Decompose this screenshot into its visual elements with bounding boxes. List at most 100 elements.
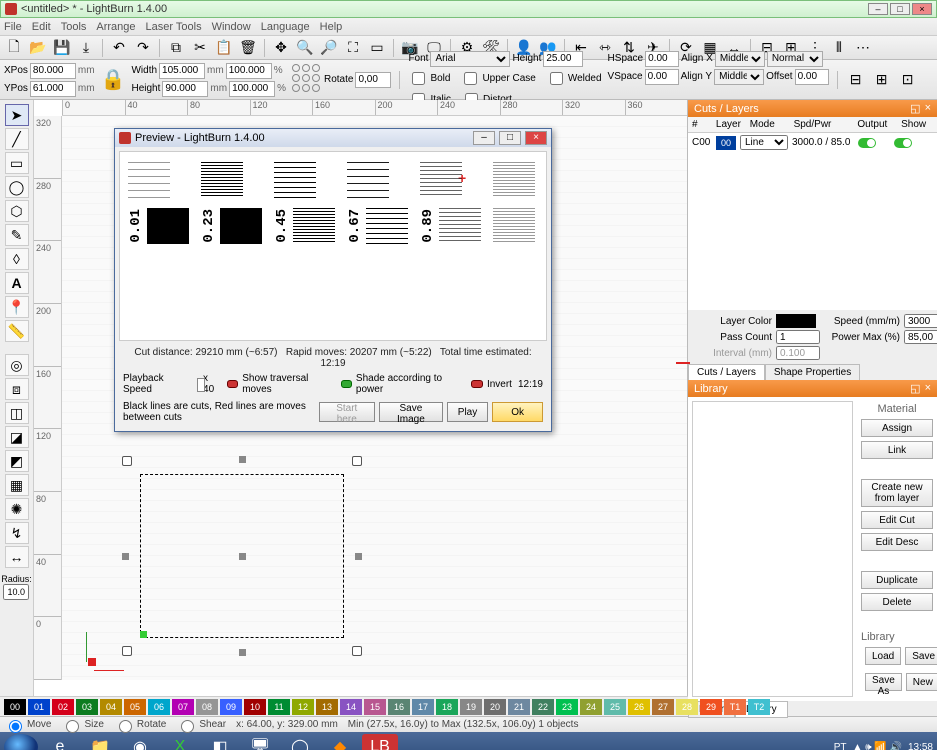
rotate-input[interactable] [355, 72, 391, 88]
palette-swatch[interactable]: 27 [652, 699, 674, 715]
output-toggle[interactable] [858, 138, 876, 148]
text-tool-icon[interactable]: A [5, 272, 29, 294]
paste-icon[interactable]: 📋 [214, 38, 234, 58]
hspace-input[interactable] [645, 51, 679, 67]
taskbar-ie-icon[interactable]: e [42, 734, 78, 750]
radial-tool-icon[interactable]: ✺ [5, 498, 29, 520]
menu-arrange[interactable]: Arrange [96, 21, 135, 33]
more-icon[interactable]: ⋯ [853, 38, 873, 58]
libsave-button[interactable]: Save [905, 647, 937, 665]
traversal-toggle[interactable] [227, 380, 238, 388]
preview-canvas[interactable]: + 0.01 0.23 0.45 0.67 0.89 [119, 151, 547, 341]
normal-select[interactable]: Normal [767, 51, 823, 67]
menu-lasertools[interactable]: Laser Tools [146, 21, 202, 33]
selected-object[interactable] [122, 456, 362, 656]
menu-help[interactable]: Help [320, 21, 343, 33]
lock-icon[interactable]: 🔒 [101, 67, 126, 92]
radius-input[interactable] [3, 584, 29, 600]
delete-button[interactable]: Delete [861, 593, 933, 611]
offset-input[interactable] [795, 69, 829, 85]
palette-swatch[interactable]: T1 [724, 699, 746, 715]
starthere-button[interactable]: Start here [319, 402, 375, 422]
width-input[interactable] [159, 63, 205, 79]
menu-language[interactable]: Language [261, 21, 310, 33]
preview-max-button[interactable]: □ [499, 131, 521, 145]
alignobj-icon[interactable]: ⊟ [846, 70, 866, 90]
taskbar-app2-icon[interactable]: ◆ [322, 734, 358, 750]
taskbar-explorer-icon[interactable]: 📁 [82, 734, 118, 750]
line-tool-icon[interactable]: ╱ [5, 128, 29, 150]
font-select[interactable]: Arial [430, 51, 510, 67]
cuts-layers-body[interactable]: C00 00 Line 3000.0 / 85.0 [688, 133, 937, 310]
taskbar-app1-icon[interactable]: ◧ [202, 734, 238, 750]
taskbar-edge-icon[interactable]: ◯ [282, 734, 318, 750]
palette-swatch[interactable]: 03 [76, 699, 98, 715]
mode-move[interactable] [9, 720, 22, 733]
library-header[interactable]: Library ◱× [688, 380, 937, 397]
start-button[interactable] [4, 734, 38, 750]
palette-swatch[interactable]: 11 [268, 699, 290, 715]
xpos-input[interactable] [30, 63, 76, 79]
preview-titlebar[interactable]: Preview - LightBurn 1.4.00 – □ × [115, 129, 551, 147]
zoomfit-icon[interactable]: ⛶ [343, 38, 363, 58]
menu-edit[interactable]: Edit [32, 21, 51, 33]
palette-swatch[interactable]: 07 [172, 699, 194, 715]
layer-mode-select[interactable]: Line [740, 135, 788, 150]
cut-icon[interactable]: ✂ [190, 38, 210, 58]
pass-input[interactable] [776, 330, 820, 344]
palette-swatch[interactable]: 10 [244, 699, 266, 715]
warp-tool-icon[interactable]: ↯ [5, 522, 29, 544]
palette-swatch[interactable]: 29 [700, 699, 722, 715]
speed-input[interactable] [904, 314, 937, 328]
grid-tool-icon[interactable]: ▦ [5, 474, 29, 496]
bool1-icon[interactable]: ◫ [5, 402, 29, 424]
invert-toggle[interactable] [471, 380, 483, 388]
taskbar-chrome-icon[interactable]: ◉ [122, 734, 158, 750]
palette-swatch[interactable]: 28 [676, 699, 698, 715]
system-tray[interactable]: PT ▲ 🕪 📶 🔊 13:58 [834, 742, 933, 750]
taskbar-excel-icon[interactable]: X [162, 734, 198, 750]
zoomout-icon[interactable]: 🔍 [295, 38, 315, 58]
create-new-button[interactable]: Create new from layer [861, 479, 933, 507]
palette-swatch[interactable]: 02 [52, 699, 74, 715]
hpct-input[interactable] [229, 81, 275, 97]
redo-icon[interactable]: ↷ [133, 38, 153, 58]
palette-swatch[interactable]: 19 [460, 699, 482, 715]
rect-tool-icon[interactable]: ▭ [5, 152, 29, 174]
mode-size[interactable] [66, 720, 79, 733]
taskbar-lightburn-icon[interactable]: LB [362, 734, 398, 750]
measure-tool-icon[interactable]: 📏 [5, 320, 29, 342]
palette-swatch[interactable]: T2 [748, 699, 770, 715]
ok-button[interactable]: Ok [492, 402, 543, 422]
link-button[interactable]: Link [861, 441, 933, 459]
load-button[interactable]: Load [865, 647, 901, 665]
node-edit-icon[interactable]: ✎ [5, 224, 29, 246]
tab-shape-properties[interactable]: Shape Properties [765, 364, 860, 380]
panel-undock-icon[interactable]: ◱ [910, 102, 920, 115]
duplicate-button[interactable]: Duplicate [861, 571, 933, 589]
ypos-input[interactable] [30, 81, 76, 97]
new-button[interactable]: New [906, 673, 937, 691]
frame-icon[interactable]: ▭ [367, 38, 387, 58]
editdesc-button[interactable]: Edit Desc [861, 533, 933, 551]
palette-swatch[interactable]: 24 [580, 699, 602, 715]
minimize-button[interactable]: – [868, 3, 888, 15]
lib-close-icon[interactable]: × [925, 382, 931, 395]
saveas-button[interactable]: Save As [865, 673, 902, 691]
palette-swatch[interactable]: 08 [196, 699, 218, 715]
palette-swatch[interactable]: 01 [28, 699, 50, 715]
interval-input[interactable] [776, 346, 820, 360]
saveimage-button[interactable]: Save Image [379, 402, 443, 422]
marker-tool-icon[interactable]: 📍 [5, 296, 29, 318]
palette-swatch[interactable]: 18 [436, 699, 458, 715]
editcut-button[interactable]: Edit Cut [861, 511, 933, 529]
aligny-select[interactable]: Middle [714, 69, 764, 85]
menu-window[interactable]: Window [212, 21, 251, 33]
palette-swatch[interactable]: 20 [484, 699, 506, 715]
ellipse-tool-icon[interactable]: ◯ [5, 176, 29, 198]
library-list[interactable] [692, 401, 853, 697]
menu-tools[interactable]: Tools [61, 21, 87, 33]
bool3-icon[interactable]: ◩ [5, 450, 29, 472]
palette-swatch[interactable]: 17 [412, 699, 434, 715]
copy-icon[interactable]: ⧉ [166, 38, 186, 58]
